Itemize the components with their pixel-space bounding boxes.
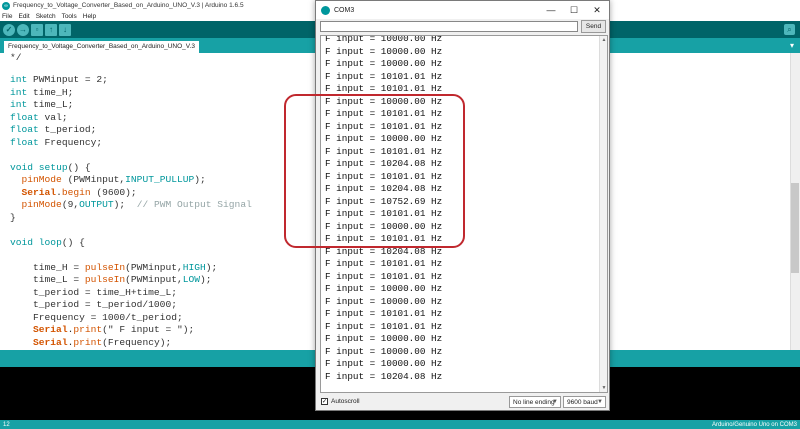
- serial-output-line: F input = 10204.08 Hz: [325, 370, 443, 382]
- editor-scrollbar[interactable]: [790, 53, 800, 350]
- serial-output-line: F input = 10000.00 Hz: [325, 358, 443, 369]
- serial-output-line: F input = 10101.01 Hz: [325, 258, 443, 269]
- ide-window-title: Frequency_to_Voltage_Converter_Based_on_…: [13, 2, 244, 9]
- code-line: Serial.print(" F input = ");: [33, 324, 195, 335]
- code-line: time_L = pulseIn(PWMinput,LOW);: [10, 274, 212, 285]
- serial-output-line: F input = 10000.00 Hz: [325, 220, 443, 232]
- serial-output-line: F input = 10000.00 Hz: [325, 95, 443, 107]
- serial-output-line: F input = 10101.01 Hz: [325, 145, 443, 157]
- code-line: float val;: [10, 111, 68, 123]
- menu-tools[interactable]: Tools: [62, 13, 77, 20]
- serial-output-area[interactable]: F input = 10000.00 Hz F input = 10000.00…: [320, 35, 608, 393]
- code-line: Frequency = 1000/t_period;: [10, 311, 183, 323]
- close-icon[interactable]: ✕: [586, 1, 608, 19]
- serial-output-line: F input = 10101.01 Hz: [325, 108, 443, 119]
- code-line: t_period = t_period/1000;: [10, 299, 177, 310]
- serial-monitor-footer: ✓ Autoscroll No line ending ▼ 9600 baud …: [316, 394, 609, 410]
- status-board: Arduino/Genuino Uno on COM3: [711, 421, 797, 428]
- serial-output-line: F input = 10101.01 Hz: [325, 233, 443, 244]
- menu-edit[interactable]: Edit: [18, 13, 29, 20]
- menu-file[interactable]: File: [2, 13, 12, 20]
- maximize-icon[interactable]: ☐: [563, 1, 585, 19]
- serial-output-line: F input = 10000.00 Hz: [325, 283, 443, 294]
- serial-output-line: F input = 10000.00 Hz: [325, 45, 443, 57]
- scroll-down-icon[interactable]: ▼: [600, 384, 607, 392]
- arduino-logo-icon: ∞: [2, 1, 10, 10]
- verify-button[interactable]: ✓: [3, 23, 15, 36]
- upload-button[interactable]: →: [17, 23, 29, 36]
- code-line: float Frequency;: [10, 136, 103, 148]
- arduino-logo-icon: [321, 5, 330, 15]
- menu-sketch[interactable]: Sketch: [36, 13, 56, 20]
- code-line: Serial.print(Frequency);: [33, 336, 172, 348]
- code-line: void loop() {: [10, 236, 85, 248]
- serial-output-line: F input = 10101.01 Hz: [325, 270, 443, 282]
- serial-output-line: F input = 10101.01 Hz: [325, 70, 443, 82]
- serial-monitor-button[interactable]: ⌕: [784, 24, 795, 35]
- code-line: pinMode (PWMinput,INPUT_PULLUP);: [21, 174, 206, 185]
- status-line-number: 12: [3, 421, 10, 428]
- code-line: t_period = time_H+time_L;: [10, 286, 177, 298]
- serial-output-line: F input = 10000.00 Hz: [325, 295, 443, 307]
- baud-rate-value: 9600 baud: [567, 399, 598, 406]
- baud-rate-select[interactable]: 9600 baud ▼: [563, 396, 606, 408]
- code-line: int time_H;: [10, 86, 74, 98]
- serial-monitor-window: COM3 — ☐ ✕ Send F input = 10000.00 Hz F …: [315, 0, 610, 411]
- save-button[interactable]: ↓: [59, 23, 71, 36]
- status-bar: 12 Arduino/Genuino Uno on COM3: [0, 420, 800, 429]
- line-ending-value: No line ending: [513, 399, 555, 406]
- serial-output-line: F input = 10752.69 Hz: [325, 195, 443, 207]
- code-line: Serial.begin (9600);: [21, 186, 137, 198]
- autoscroll-checkbox[interactable]: ✓: [321, 398, 328, 405]
- serial-output-line: F input = 10000.00 Hz: [325, 133, 443, 144]
- serial-output-line: F input = 10101.01 Hz: [325, 208, 443, 219]
- tab-sketch[interactable]: Frequency_to_Voltage_Converter_Based_on_…: [4, 41, 199, 53]
- serial-output-line: F input = 10000.00 Hz: [325, 345, 443, 357]
- editor-scroll-thumb[interactable]: [791, 183, 799, 273]
- minimize-icon[interactable]: —: [540, 1, 562, 19]
- code-line: time_H = pulseIn(PWMinput,HIGH);: [10, 261, 218, 273]
- serial-monitor-title-bar: COM3 — ☐ ✕: [316, 1, 609, 19]
- serial-output-line: F input = 10000.00 Hz: [325, 333, 443, 344]
- code-line: }: [10, 211, 16, 223]
- code-line: int time_L;: [10, 99, 74, 110]
- code-line: int PWMinput = 2;: [10, 74, 108, 85]
- serial-output-line: F input = 10204.08 Hz: [325, 183, 443, 194]
- autoscroll-label: Autoscroll: [331, 398, 360, 405]
- serial-output-line: F input = 10101.01 Hz: [325, 83, 443, 94]
- serial-output-line: F input = 10204.08 Hz: [325, 245, 443, 257]
- new-button[interactable]: ▫: [31, 23, 43, 36]
- line-ending-select[interactable]: No line ending ▼: [509, 396, 561, 408]
- serial-input-field[interactable]: [320, 21, 578, 32]
- serial-output-line: F input = 10000.00 Hz: [325, 58, 443, 69]
- code-line: pinMode(9,OUTPUT); // PWM Output Signal: [21, 199, 252, 210]
- chevron-down-icon: ▼: [597, 399, 603, 405]
- open-button[interactable]: ↑: [45, 23, 57, 36]
- send-button[interactable]: Send: [581, 20, 606, 33]
- chevron-down-icon: ▼: [552, 399, 558, 405]
- serial-output-line: F input = 10101.01 Hz: [325, 308, 443, 319]
- code-line: */: [10, 52, 22, 63]
- code-line: void setup() {: [10, 161, 91, 173]
- serial-output-line: F input = 10101.01 Hz: [325, 170, 443, 182]
- menu-help[interactable]: Help: [83, 13, 96, 20]
- serial-monitor-title: COM3: [334, 6, 355, 14]
- serial-output-line: F input = 10204.08 Hz: [325, 158, 443, 169]
- serial-output-line: F input = 10101.01 Hz: [325, 320, 443, 332]
- serial-output-scrollbar[interactable]: ▲ ▼: [599, 36, 607, 392]
- tab-menu-icon[interactable]: ▾: [790, 41, 794, 50]
- serial-output-line: F input = 10101.01 Hz: [325, 120, 443, 132]
- code-line: float t_period;: [10, 124, 97, 135]
- serial-output-line: F input = 10000.00 Hz: [325, 35, 443, 44]
- scroll-up-icon[interactable]: ▲: [600, 36, 607, 44]
